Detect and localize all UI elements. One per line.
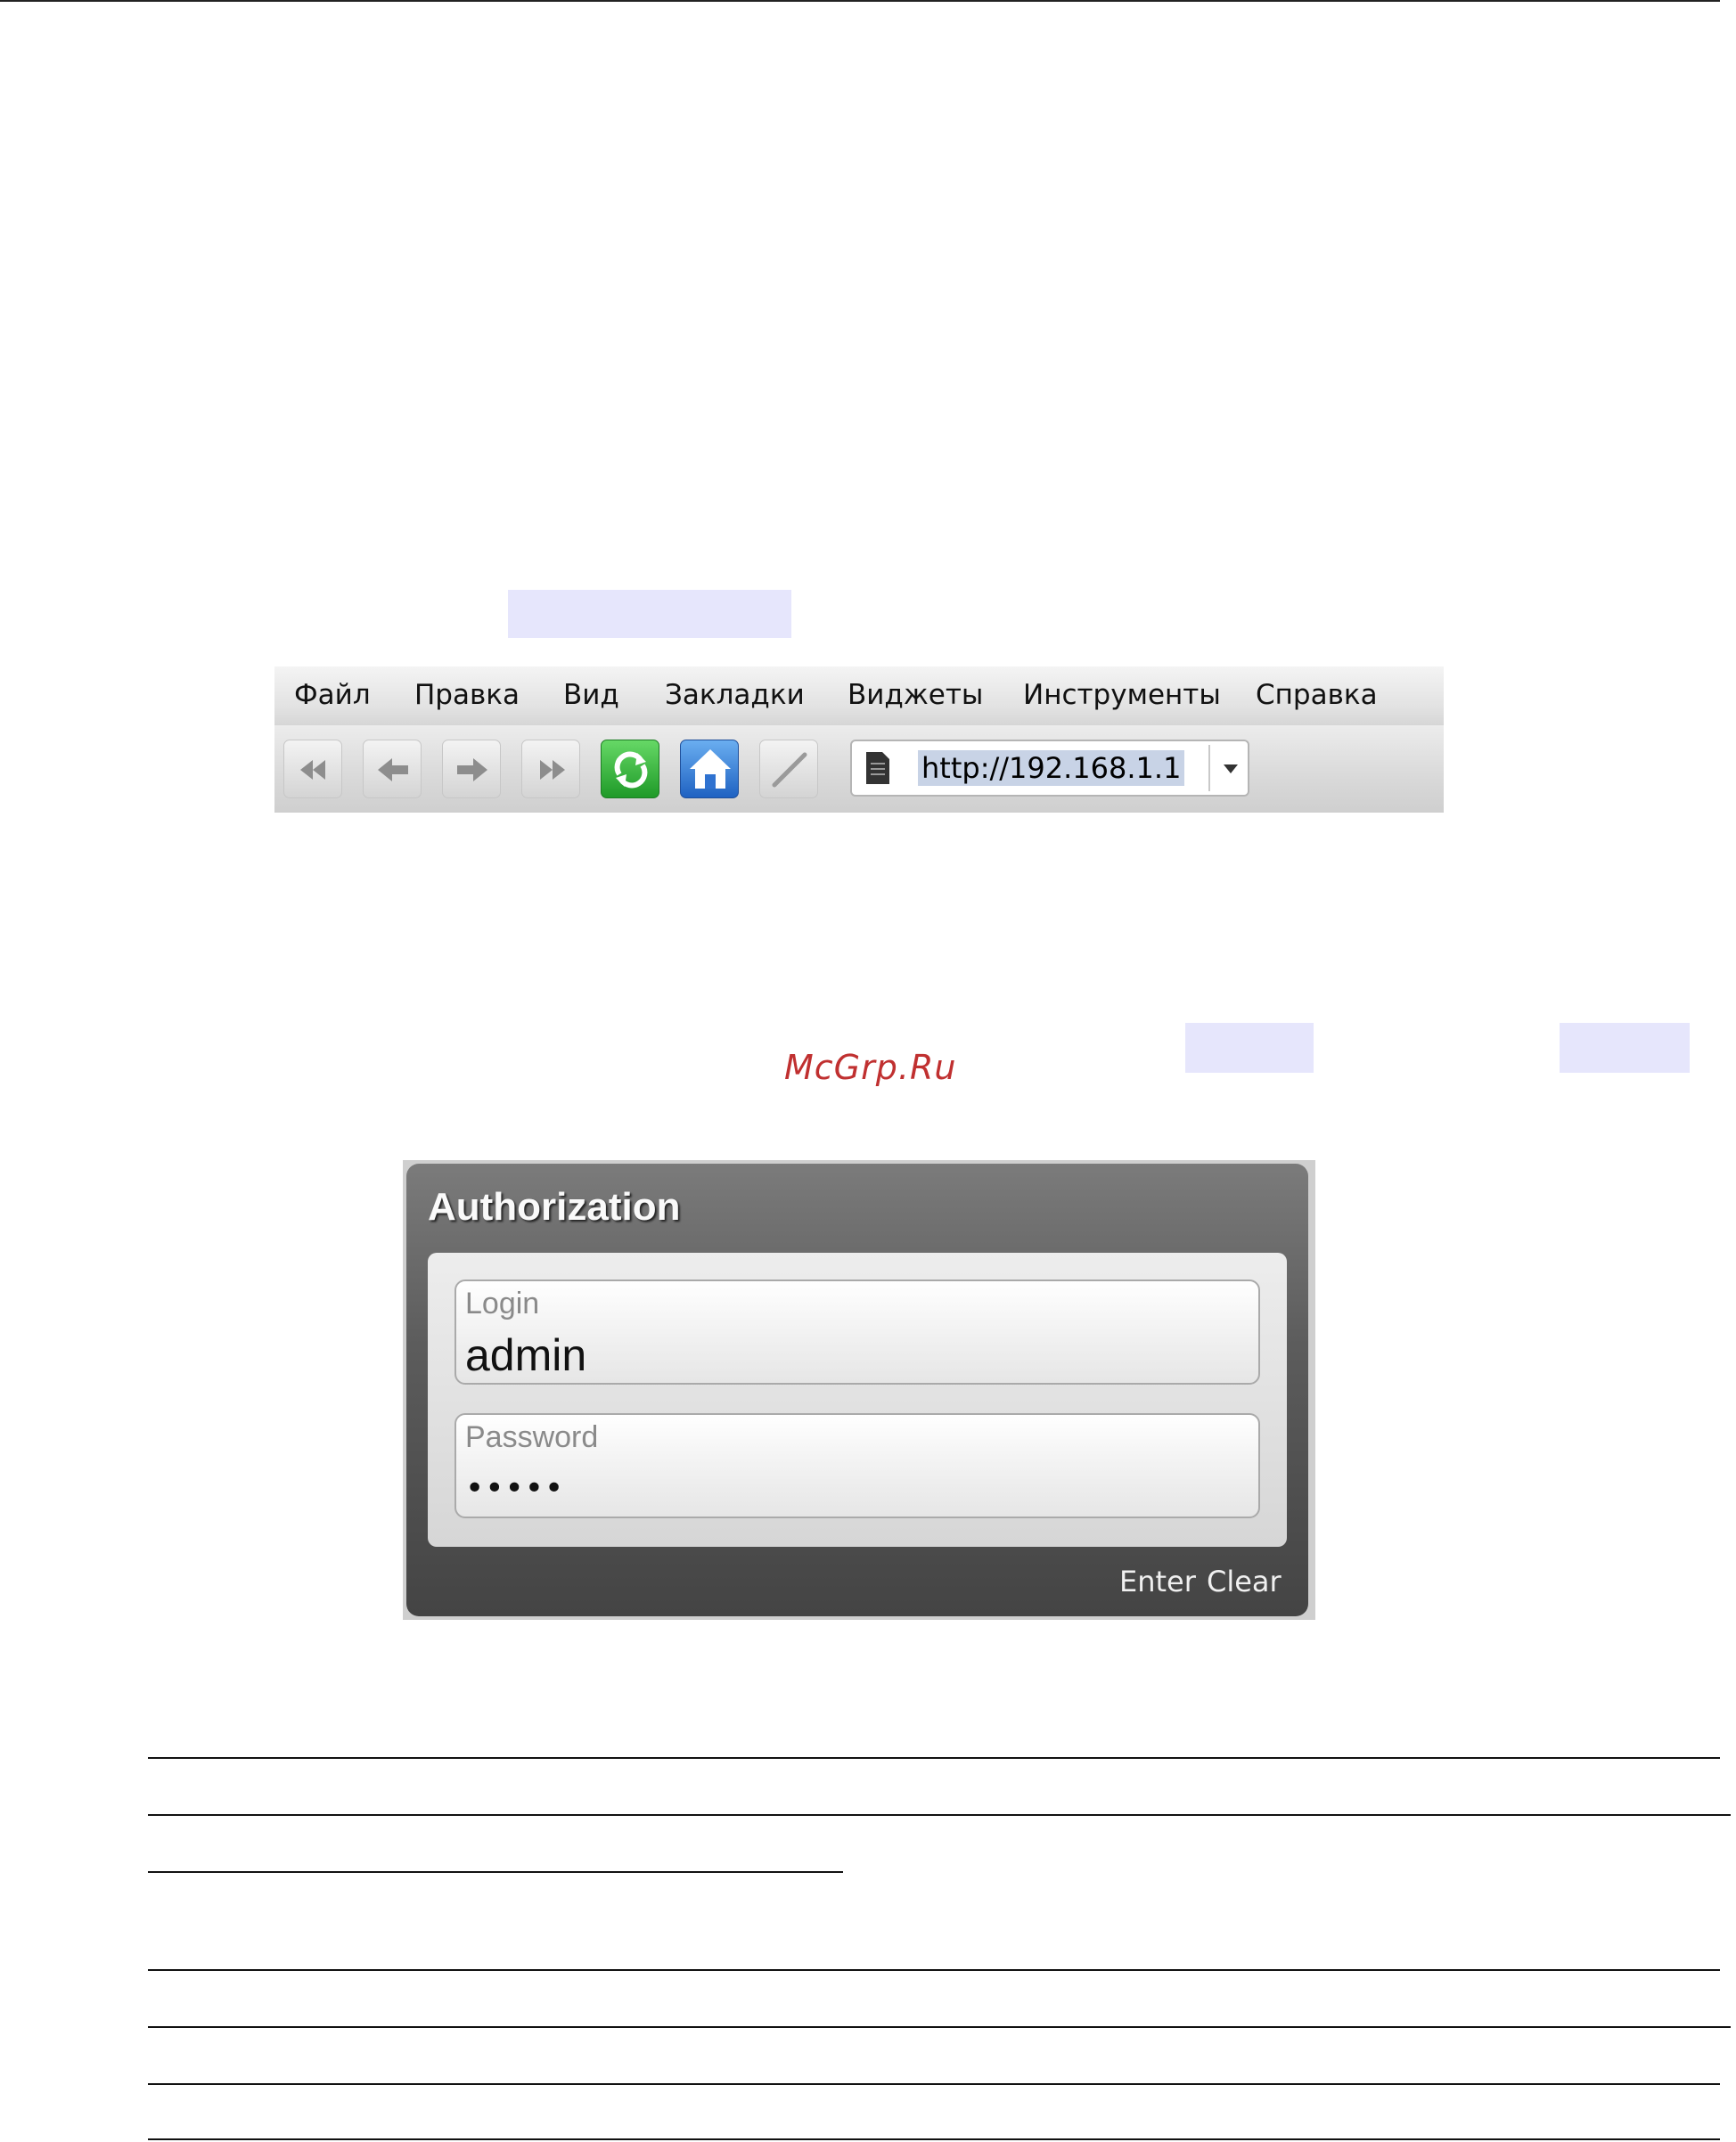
- login-field[interactable]: Login admin: [454, 1279, 1260, 1385]
- underline: [148, 2138, 1720, 2140]
- home-icon: [690, 749, 731, 789]
- menu-widgets[interactable]: Виджеты: [848, 674, 983, 716]
- rewind-button[interactable]: [283, 740, 342, 798]
- chevron-down-icon[interactable]: [1217, 750, 1244, 786]
- underline: [148, 1871, 843, 1873]
- page-document-icon: [866, 752, 889, 784]
- authorization-dialog: Authorization Login admin Password •••••…: [406, 1164, 1308, 1616]
- credentials-panel: Login admin Password •••••: [428, 1253, 1287, 1547]
- back-arrow-icon: [378, 758, 408, 781]
- forward-arrow-icon: [457, 758, 487, 781]
- highlight-block: [1560, 1023, 1690, 1073]
- menu-bookmarks[interactable]: Закладки: [665, 674, 805, 716]
- password-value[interactable]: •••••: [465, 1470, 564, 1507]
- address-divider: [1208, 745, 1210, 791]
- reload-button[interactable]: [601, 740, 659, 798]
- fast-forward-icon: [540, 760, 565, 780]
- menu-file[interactable]: Файл: [294, 674, 371, 716]
- reload-icon: [614, 751, 648, 789]
- clear-button[interactable]: Clear: [1207, 1565, 1282, 1598]
- underline: [148, 1757, 1720, 1759]
- password-label: Password: [465, 1420, 599, 1454]
- edit-button[interactable]: [759, 740, 818, 798]
- login-value[interactable]: admin: [465, 1329, 586, 1381]
- back-button[interactable]: [363, 740, 422, 798]
- forward-button[interactable]: [442, 740, 501, 798]
- navigation-toolbar: http://192.168.1.1: [274, 725, 1444, 813]
- menu-view[interactable]: Вид: [563, 674, 619, 716]
- password-field[interactable]: Password •••••: [454, 1413, 1260, 1518]
- enter-button[interactable]: Enter: [1119, 1565, 1196, 1598]
- address-bar[interactable]: http://192.168.1.1: [850, 740, 1249, 797]
- authorization-dialog-frame: Authorization Login admin Password •••••…: [403, 1160, 1315, 1620]
- address-text[interactable]: http://192.168.1.1: [918, 750, 1185, 786]
- watermark: McGrp.Ru: [784, 1048, 957, 1087]
- underline: [148, 2026, 1731, 2028]
- menu-help[interactable]: Справка: [1256, 674, 1378, 716]
- underline: [148, 1814, 1731, 1816]
- home-button[interactable]: [680, 740, 739, 798]
- underline: [148, 2083, 1720, 2085]
- fast-forward-button[interactable]: [521, 740, 580, 798]
- menu-tools[interactable]: Инструменты: [1023, 674, 1221, 716]
- menu-bar: Файл Правка Вид Закладки Виджеты Инструм…: [274, 666, 1444, 726]
- underline: [148, 1969, 1720, 1971]
- dialog-title: Authorization: [428, 1185, 681, 1229]
- highlight-block: [1185, 1023, 1314, 1073]
- menu-edit[interactable]: Правка: [414, 674, 520, 716]
- highlight-block: [508, 590, 791, 638]
- login-label: Login: [465, 1287, 540, 1320]
- top-rule: [0, 0, 1720, 2]
- browser-window: Файл Правка Вид Закладки Виджеты Инструм…: [274, 666, 1444, 813]
- rewind-icon: [300, 760, 325, 780]
- edit-pen-icon: [772, 752, 807, 788]
